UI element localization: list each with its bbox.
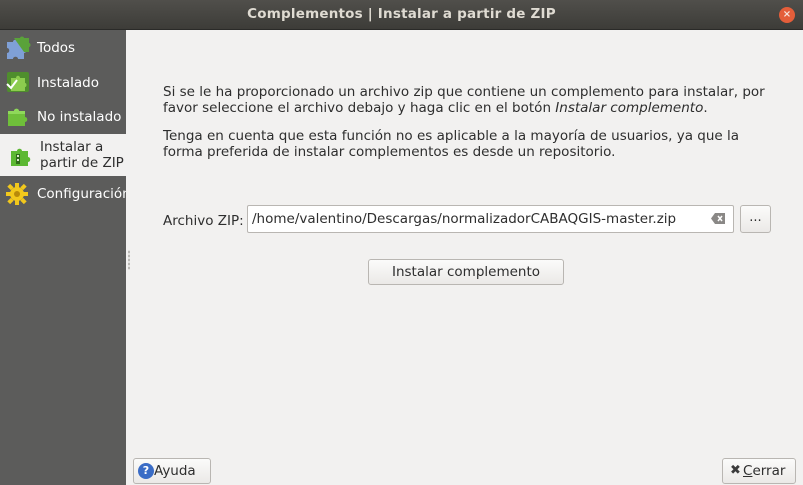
- puzzle-all-icon: [7, 36, 31, 59]
- close-button-label: Cerrar: [743, 463, 786, 479]
- zip-file-label: Archivo ZIP:: [163, 213, 244, 229]
- sidebar: Todos Instalado No instalado Instalar a …: [0, 30, 126, 485]
- install-plugin-button[interactable]: Instalar complemento: [368, 259, 564, 285]
- close-icon[interactable]: ×: [779, 7, 795, 23]
- sidebar-item-label: No instalado: [37, 109, 122, 125]
- instructions-emphasis: Instalar complemento: [555, 100, 704, 116]
- title-bar[interactable]: Complementos | Instalar a partir de ZIP …: [0, 0, 803, 30]
- gear-icon: [6, 183, 28, 205]
- sidebar-item-label: Configuración: [37, 186, 126, 202]
- sidebar-item-all[interactable]: Todos: [0, 32, 126, 64]
- sidebar-item-install-from-zip[interactable]: Instalar a partir de ZIP: [0, 134, 126, 176]
- main-content: Si se le ha proporcionado un archivo zip…: [126, 30, 803, 485]
- puzzle-not-installed-icon: [8, 108, 28, 126]
- help-button[interactable]: ? Ayuda: [133, 458, 211, 484]
- note-paragraph: Tenga en cuenta que esta función no es a…: [163, 128, 740, 160]
- sidebar-item-not-installed[interactable]: No instalado: [0, 100, 126, 132]
- help-button-label: Ayuda: [154, 463, 196, 479]
- zip-path-input[interactable]: [247, 205, 734, 233]
- sidebar-item-installed[interactable]: Instalado: [0, 66, 126, 98]
- window-title: Complementos | Instalar a partir de ZIP: [247, 6, 556, 22]
- sidebar-item-settings[interactable]: Configuración: [0, 178, 126, 210]
- instructions-paragraph: Si se le ha proporcionado un archivo zip…: [163, 84, 773, 116]
- sidebar-item-label: Todos: [37, 40, 76, 56]
- puzzle-installed-icon: [6, 72, 29, 92]
- close-button[interactable]: ✖ Cerrar: [722, 458, 796, 484]
- puzzle-zip-icon: [11, 148, 31, 166]
- close-x-icon: ✖: [730, 463, 741, 478]
- sidebar-item-label: Instalar a partir de ZIP: [40, 139, 124, 171]
- plugins-dialog: Complementos | Instalar a partir de ZIP …: [0, 0, 803, 485]
- help-icon: ?: [138, 463, 154, 479]
- instructions-end: .: [703, 100, 708, 116]
- browse-button[interactable]: ...: [740, 205, 771, 233]
- clear-input-icon[interactable]: [711, 213, 725, 224]
- sidebar-item-label: Instalado: [37, 75, 99, 91]
